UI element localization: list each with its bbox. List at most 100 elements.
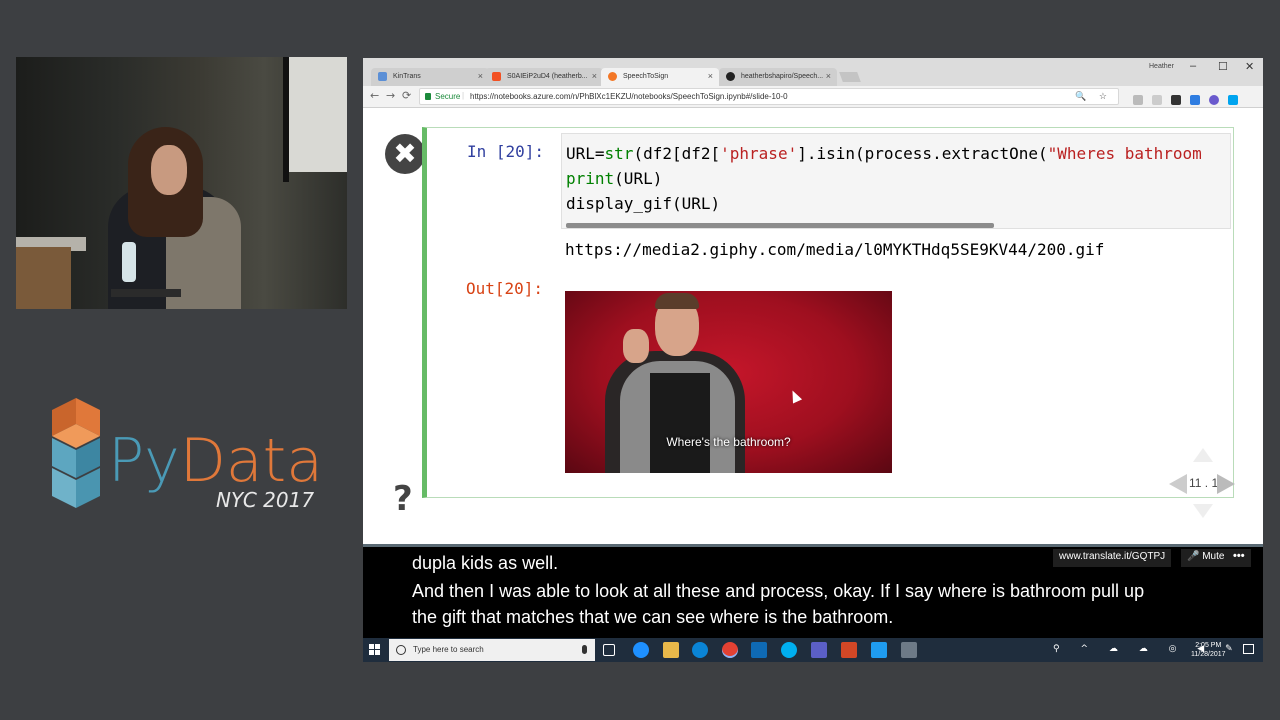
app-icon[interactable]	[901, 642, 917, 658]
search-placeholder: Type here to search	[413, 645, 484, 654]
code-editor[interactable]: URL=str(df2[df2['phrase'].isin(process.e…	[561, 133, 1231, 229]
speaker-face	[151, 145, 187, 195]
windows-icon[interactable]	[1228, 95, 1238, 105]
teams-icon[interactable]	[811, 642, 827, 658]
back-icon[interactable]: ←	[370, 89, 379, 102]
code-cell[interactable]: In [20]: URL=str(df2[df2['phrase'].isin(…	[422, 127, 1234, 498]
input-prompt: In [20]:	[467, 142, 545, 161]
reload-icon[interactable]: ⟳	[402, 89, 411, 102]
outlook-icon[interactable]	[751, 642, 767, 658]
projector-screen	[288, 57, 347, 172]
sign-language-gif: Where's the bathroom?	[565, 291, 892, 473]
wordmark-py: Py	[108, 426, 180, 496]
taskbar-search[interactable]: Type here to search	[389, 639, 595, 661]
address-separator: |	[462, 91, 465, 100]
code-token: (df2[df2[	[633, 144, 721, 163]
tab-github[interactable]: heatherbshapiro/Speech... ×	[719, 68, 837, 86]
extension-icons	[1133, 90, 1247, 109]
buffer-icon[interactable]	[1171, 95, 1181, 105]
lock-icon	[425, 93, 431, 100]
slide-prev-icon[interactable]	[1169, 474, 1187, 494]
tab-kintrans[interactable]: KinTrans ×	[371, 68, 489, 86]
slide-down-icon[interactable]	[1193, 504, 1213, 518]
close-window-button[interactable]: ✕	[1245, 60, 1254, 73]
forward-icon[interactable]: →	[386, 89, 395, 102]
secure-label: Secure	[435, 92, 461, 101]
pydata-wordmark: PyData	[108, 426, 323, 496]
minimize-button[interactable]: –	[1190, 60, 1196, 72]
code-line-2: print(URL)	[566, 169, 662, 188]
search-icon	[396, 645, 406, 655]
vscode-icon[interactable]	[871, 642, 887, 658]
podium	[16, 247, 71, 309]
slide-navigation: 11 . 1	[1169, 448, 1235, 518]
taskbar-clock[interactable]: 2:05 PM 11/28/2017	[1191, 641, 1226, 659]
slide-number: 11 . 1	[1189, 476, 1219, 490]
address-actions[interactable]: 🔍 ☆	[1075, 91, 1112, 102]
extension-icon[interactable]	[1133, 95, 1143, 105]
clock-time: 2:05 PM	[1195, 642, 1222, 649]
caption-line-1: dupla kids as well.	[412, 553, 559, 573]
horizontal-scrollbar[interactable]	[566, 223, 994, 228]
signer-hair	[655, 293, 699, 309]
extension-icon[interactable]	[1190, 95, 1200, 105]
task-view-icon[interactable]	[603, 644, 615, 656]
conference-subtitle: NYC 2017	[216, 488, 315, 512]
code-token: URL=	[566, 144, 605, 163]
signer-vest	[650, 373, 710, 473]
tab-speechtosign[interactable]: SpeechToSign ×	[601, 68, 719, 86]
more-options-button[interactable]: •••	[1227, 549, 1251, 567]
notification-icon[interactable]	[1243, 644, 1254, 654]
code-token: (URL)	[614, 169, 663, 188]
tab-strip: KinTrans × S0AIEiP2uD4 (heatherb... × Sp…	[363, 58, 1263, 86]
extension-icon[interactable]	[1209, 95, 1219, 105]
code-token: "Wheres bathroom	[1047, 144, 1202, 163]
file-explorer-icon[interactable]	[663, 642, 679, 658]
translate-link[interactable]: www.translate.it/GQTPJ	[1053, 549, 1172, 567]
screen-frame	[283, 57, 289, 182]
clock-date: 11/28/2017	[1191, 651, 1226, 658]
new-tab-button[interactable]	[839, 72, 861, 82]
output-prompt: Out[20]:	[466, 279, 544, 298]
tab-close-icon[interactable]: ×	[478, 71, 483, 81]
window-user[interactable]: Heather	[1149, 63, 1174, 70]
side-table	[111, 289, 181, 297]
maximize-button[interactable]: ☐	[1218, 60, 1228, 73]
skype-icon[interactable]	[781, 642, 797, 658]
code-token: 'phrase'	[720, 144, 798, 163]
tab-youtube-studio[interactable]: S0AIEiP2uD4 (heatherb... ×	[485, 68, 603, 86]
wordmark-data: Data	[179, 426, 323, 496]
github-icon	[726, 72, 735, 81]
tab-label: KinTrans	[393, 73, 421, 80]
browser-window: KinTrans × S0AIEiP2uD4 (heatherb... × Sp…	[363, 58, 1263, 662]
windows-start-icon[interactable]	[369, 644, 380, 655]
microsoft-icon	[492, 72, 501, 81]
edge-icon[interactable]	[633, 642, 649, 658]
notebook-slide: ✖ In [20]: URL=str(df2[df2['phrase'].isi…	[363, 108, 1263, 544]
caption-line-3: the gift that matches that we can see wh…	[412, 607, 894, 627]
tab-close-icon[interactable]: ×	[708, 71, 713, 81]
edge-icon[interactable]	[692, 642, 708, 658]
code-token: print	[566, 169, 615, 188]
code-line-3: display_gif(URL)	[566, 194, 721, 213]
url-text[interactable]: https://notebooks.azure.com/n/PhBlXc1EKZ…	[470, 92, 788, 101]
windows-taskbar: Type here to search ⚲ ^ ☁ ☁ ◎ ◀ ✎ 2:05 P…	[363, 638, 1263, 662]
gif-caption: Where's the bathroom?	[666, 435, 791, 449]
browser-toolbar: ← → ⟳ Secure | https://notebooks.azure.c…	[363, 86, 1263, 108]
slide-next-icon[interactable]	[1217, 474, 1235, 494]
output-url: https://media2.giphy.com/media/l0MYKTHdq…	[565, 240, 1105, 259]
tab-close-icon[interactable]: ×	[592, 71, 597, 81]
slide-up-icon[interactable]	[1193, 448, 1213, 462]
close-slideshow-button[interactable]: ✖	[385, 134, 425, 174]
kintrans-icon	[378, 72, 387, 81]
chrome-icon[interactable]	[722, 642, 738, 658]
microphone-icon[interactable]	[582, 645, 587, 654]
help-button[interactable]: ?	[393, 479, 413, 519]
mute-button[interactable]: 🎤 Mute	[1181, 549, 1231, 567]
address-bar[interactable]: Secure | https://notebooks.azure.com/n/P…	[419, 88, 1119, 105]
signer-hand	[623, 329, 649, 363]
powerpoint-icon[interactable]	[841, 642, 857, 658]
tab-close-icon[interactable]: ×	[826, 71, 831, 81]
extension-icon[interactable]	[1152, 95, 1162, 105]
tab-label: heatherbshapiro/Speech...	[741, 73, 824, 80]
